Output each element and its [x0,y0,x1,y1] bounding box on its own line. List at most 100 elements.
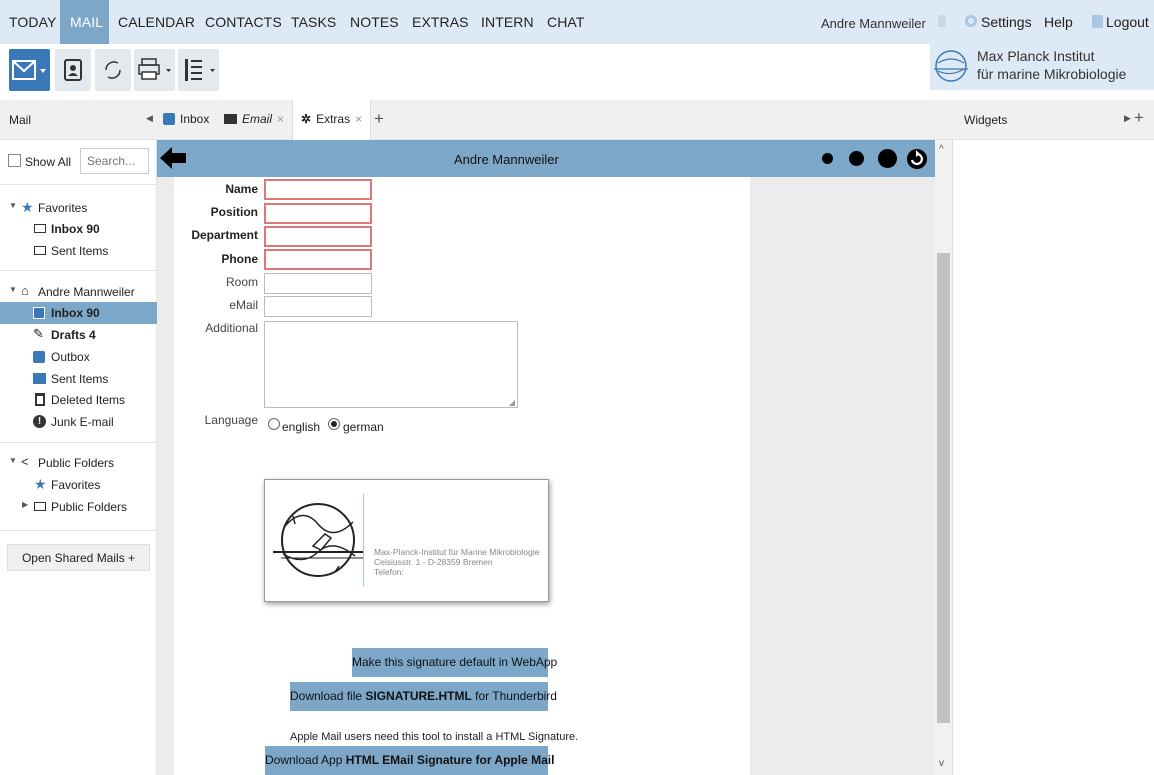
open-shared-mails-button[interactable]: Open Shared Mails + [7,544,150,571]
collapse-left-icon[interactable]: ◀ [146,113,153,124]
inbox-icon [33,307,45,319]
settings-link[interactable]: Settings [981,14,1032,30]
position-field[interactable] [264,203,372,224]
nav-notes[interactable]: NOTES [350,14,399,30]
nav-calendar[interactable]: CALENDAR [118,14,195,30]
phone-field[interactable] [264,249,372,270]
print-button[interactable] [134,49,175,91]
download-thunderbird-signature-button[interactable]: Download file SIGNATURE.HTML for Thunder… [290,682,557,711]
language-english-label: english [282,420,321,434]
font-size-large-icon[interactable] [878,149,897,168]
sidebar-item-label: Sent Items [51,372,109,386]
current-user-name[interactable]: Andre Mannweiler [821,16,926,31]
alert-icon: ! [33,415,46,428]
room-label: Room [225,275,258,289]
toolbar [0,44,930,98]
scrollbar-thumb[interactable] [937,253,950,723]
sidebar-item-pub-folders[interactable]: ▶ Public Folders [0,496,157,518]
content-left-margin [157,177,174,775]
vertical-scrollbar[interactable]: ^ v [935,140,952,775]
sidebar-item-label: Drafts 4 [51,328,96,342]
sidebar-item-label: Inbox 90 [51,222,100,236]
expand-right-icon[interactable]: ▶ [1124,113,1131,124]
sidebar-item-deleted[interactable]: Deleted Items [0,389,157,411]
tab-inbox-label: Inbox [180,112,210,126]
folder-icon [34,246,46,255]
nav-intern[interactable]: INTERN [481,14,534,30]
sidebar-item-sent[interactable]: Sent Items [0,368,157,390]
folder-icon [34,502,46,511]
view-layout-button[interactable] [178,49,219,91]
sidebar-item-fav-inbox[interactable]: Inbox 90 [0,218,157,240]
new-mail-button[interactable] [9,49,50,91]
expand-arrow-icon[interactable]: ▼ [9,201,17,210]
additional-textarea[interactable]: ◢ [264,321,518,408]
expand-arrow-icon[interactable]: ▶ [22,500,28,509]
sidebar-item-outbox[interactable]: Outbox [0,346,157,368]
tab-extras-close-icon[interactable]: × [355,112,362,126]
resize-handle-icon[interactable]: ◢ [509,398,515,407]
button-text: for Thunderbird [471,689,557,703]
star-icon: ★ [21,199,34,215]
signature-divider [363,494,364,586]
language-english-radio[interactable] [268,418,280,430]
nav-extras[interactable]: EXTRAS [412,14,469,30]
make-default-signature-button[interactable]: Make this signature default in WebApp [352,648,557,677]
download-apple-mail-app-button[interactable]: Download App HTML EMail Signature for Ap… [265,746,554,775]
scroll-up-icon[interactable]: ^ [939,144,944,155]
tab-email[interactable]: Email × [224,112,284,126]
tab-email-close-icon[interactable]: × [277,112,284,126]
add-widget-icon[interactable]: + [1134,108,1144,128]
expand-arrow-icon[interactable]: ▼ [9,285,17,294]
folder-search-input[interactable] [80,148,149,174]
language-german-radio[interactable] [328,418,340,430]
button-text: Download App [265,753,346,767]
sidebar-item-pub-favorites[interactable]: ★ Favorites [0,474,157,496]
gear-icon[interactable] [965,15,977,27]
printer-icon [138,58,171,80]
sidebar-item-account[interactable]: ▼ ⌂ Andre Mannweiler [0,281,157,303]
reload-icon[interactable] [906,148,928,170]
folder-icon [34,224,46,233]
sidebar-item-label: Outbox [51,350,90,364]
back-arrow-icon[interactable] [160,147,186,169]
help-link[interactable]: Help [1044,14,1073,30]
folder-sidebar: Show All ▼ ★ Favorites Inbox 90 Sent Ite… [0,140,157,775]
expand-arrow-icon[interactable]: ▼ [9,456,17,465]
nav-mail[interactable]: MAIL [70,14,103,30]
sidebar-item-drafts[interactable]: ✎ Drafts 4 [0,324,157,346]
show-all-checkbox[interactable] [8,154,21,167]
scroll-down-icon[interactable]: v [939,758,944,769]
tab-inbox[interactable]: Inbox [163,112,209,126]
room-field[interactable] [264,273,372,294]
sidebar-item-public[interactable]: ▼ < Public Folders [0,452,157,474]
name-field[interactable] [264,179,372,200]
add-tab-icon[interactable]: + [374,109,384,129]
language-german-label: german [343,420,384,434]
nav-chat[interactable]: CHAT [547,14,584,30]
signature-line3: Telefon: [374,567,404,577]
star-icon: ★ [34,476,47,492]
font-size-medium-icon[interactable] [849,151,864,166]
nav-tasks[interactable]: TASKS [291,14,336,30]
sidebar-item-inbox[interactable]: Inbox 90 [0,302,157,324]
department-label: Department [191,228,258,242]
notification-bell-icon[interactable] [938,15,946,27]
department-field[interactable] [264,226,372,247]
sidebar-item-fav-sent[interactable]: Sent Items [0,240,157,262]
logout-icon[interactable] [1092,15,1103,28]
address-book-button[interactable] [55,49,91,91]
email-field[interactable] [264,296,372,317]
refresh-button[interactable] [95,49,131,91]
tab-extras[interactable]: ✲ Extras × [292,100,372,140]
font-size-small-icon[interactable] [822,153,833,164]
nav-contacts[interactable]: CONTACTS [205,14,282,30]
sidebar-item-favorites[interactable]: ▼ ★ Favorites [0,197,157,219]
sidebar-item-label: Sent Items [51,244,109,258]
sidebar-item-label: Favorites [51,478,101,492]
inbox-icon [163,113,175,125]
nav-today[interactable]: TODAY [9,14,56,30]
logout-link[interactable]: Logout [1106,14,1149,30]
institute-seal-logo [273,503,363,577]
sidebar-item-junk[interactable]: ! Junk E-mail [0,411,157,433]
